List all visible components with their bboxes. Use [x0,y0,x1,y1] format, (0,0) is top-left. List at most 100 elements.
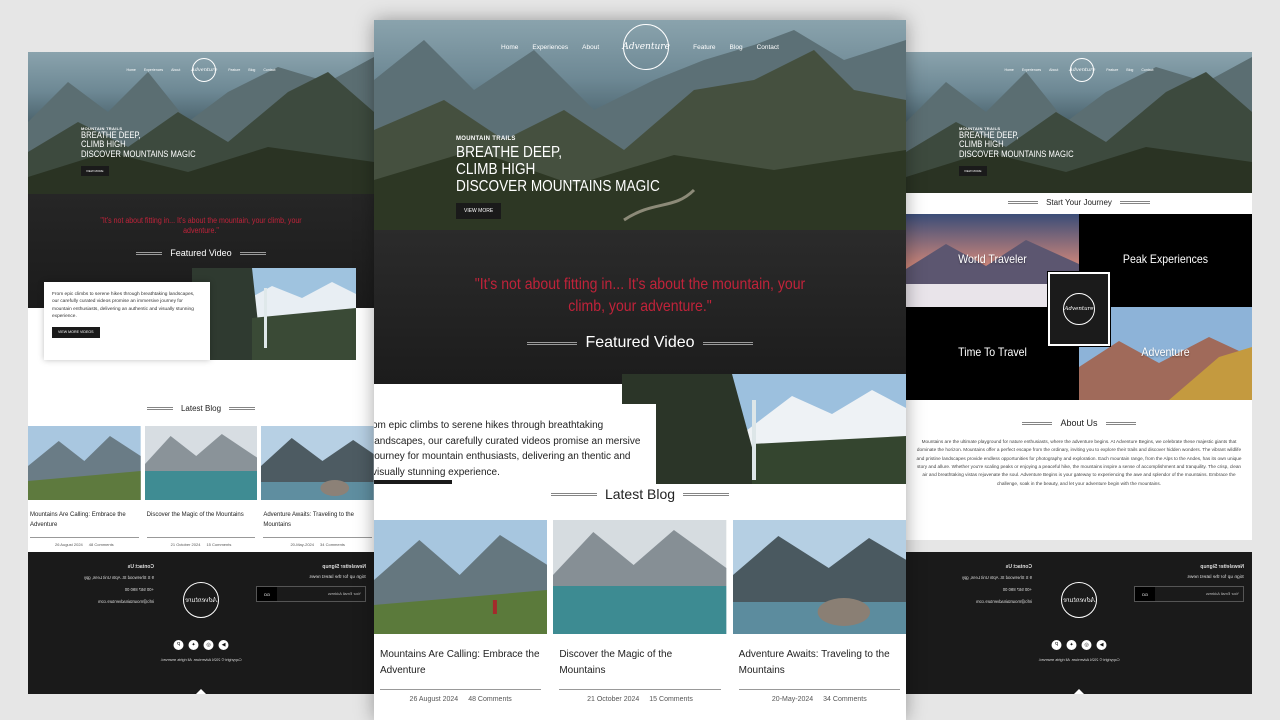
contact-title: Contact Us [127,564,154,570]
contact-section: Contact Us 9 S Sherwood St. Aptn Unit Le… [64,564,154,611]
blog-card[interactable]: Mountains Are Calling: Embrace the Adven… [28,426,141,551]
blog-title[interactable]: Discover the Magic of the Mountains [553,639,726,689]
blog-date: 21 October 2024 [587,696,640,703]
newsletter-text: Sign up for the latest news [1187,575,1244,580]
contact-email[interactable]: info@mountainadventure.com [942,599,1032,604]
quote-text: "It's not about fitting in... It's about… [474,276,806,315]
nav-experiences[interactable]: Experiences [532,44,568,51]
go-button[interactable]: GO [257,587,277,601]
instagram-icon[interactable]: ◎ [1081,640,1092,650]
go-button[interactable]: GO [1135,587,1155,601]
blog-comments: 34 Comments [823,696,867,703]
blog-date: 20-May-2024 [771,696,814,703]
contact-phone: +00 567 890 00 [1002,587,1032,592]
footer-content: Newsletter Signup Sign up for the latest… [28,552,374,694]
pinterest-icon[interactable]: P [173,640,184,650]
nav-about[interactable]: About [582,44,599,51]
contact-email[interactable]: info@mountainadventure.com [64,599,154,604]
blog-title[interactable]: Discover the Magic of the Mountains [145,505,258,537]
blog-image [28,426,141,500]
hero-text: MOUNTAIN TRAILS BREATHE DEEP, CLIMB HIGH… [456,136,696,220]
right-preview-panel: Home Experiences About Adventure Feature… [906,52,1252,694]
nav-feature[interactable]: Feature [693,44,715,51]
nav-experiences[interactable]: Experiences [1022,68,1041,72]
site-footer: Newsletter Signup Sign up for the latest… [28,552,374,694]
blog-card[interactable]: Discover the Magic of the Mountains 21 O… [553,520,727,709]
title-rule-left [550,492,597,496]
title-rule-right [229,407,256,410]
view-more-button[interactable]: VIEW MORE [81,166,109,177]
newsletter-section: Newsletter Signup Sign up for the latest… [1134,564,1244,602]
nav-feature[interactable]: Feature [1106,68,1118,72]
nav-blog[interactable]: Blog [248,68,255,72]
blog-image [732,520,906,634]
featured-video-card: om epic climbs to serene hikes through b… [374,404,656,484]
footer-logo[interactable]: Adventure [1061,582,1097,618]
nav-home[interactable]: Home [1005,68,1014,72]
featured-video-heading: Featured Video [374,334,906,352]
nav-blog[interactable]: Blog [1126,68,1133,72]
view-more-videos-button[interactable] [374,480,452,484]
blog-comments: 15 Comments [206,542,232,547]
nav-contact[interactable]: Contact [1141,68,1153,72]
copyright-text: Copyright © 2024 Adventure. All rights r… [160,658,242,662]
blog-date: 26 August 2024 [54,542,83,547]
blog-title[interactable]: Adventure Awaits: Traveling to the Mount… [261,505,374,537]
blog-card[interactable]: Mountains Are Calling: Embrace the Adven… [374,520,548,709]
blog-meta: 26 August 2024 48 Comments [380,689,542,709]
contact-phone: +00 567 890 00 [124,587,154,592]
pinterest-icon[interactable]: P [1051,640,1062,650]
email-input[interactable]: Your Email Address [1155,587,1243,601]
nav-feature[interactable]: Feature [228,68,240,72]
waterfall-image [192,268,356,360]
nav-about[interactable]: About [1049,68,1058,72]
blog-title[interactable]: Adventure Awaits: Traveling to the Mount… [733,639,906,689]
nav-experiences[interactable]: Experiences [144,68,163,72]
back-to-top-icon[interactable] [1074,689,1084,694]
title-rule-left [146,407,173,410]
view-more-videos-button[interactable]: VIEW MORE VIDEOS [52,326,100,339]
blog-comments: 34 Comments [320,542,345,547]
blog-title[interactable]: Mountains Are Calling: Embrace the Adven… [28,505,141,537]
about-heading: About Us [906,418,1252,428]
blog-image [144,426,258,500]
hero-section: Home Experiences About Adventure Feature… [906,52,1252,193]
copyright-text: Copyright © 2024 Adventure. All rights r… [1038,658,1120,662]
featured-video-thumbnail[interactable] [192,268,356,360]
quote-section: "It's not about fitting in... It's about… [374,230,906,384]
blog-meta: 21 October 2024 15 Comments [559,689,721,709]
instagram-icon[interactable]: ◎ [203,640,214,650]
blog-date: 26 August 2024 [409,696,459,703]
youtube-icon[interactable]: ▶ [1096,640,1107,650]
featured-video-heading: Featured Video [28,248,374,258]
title-rule-right [1105,421,1136,425]
blog-card[interactable]: Discover the Magic of the Mountains 21 O… [144,426,258,551]
start-journey-title: Start Your Journey [1046,198,1112,207]
nav-home[interactable]: Home [127,68,136,72]
site-footer: Newsletter Signup Sign up for the latest… [906,552,1252,694]
nav-contact[interactable]: Contact [263,68,275,72]
brand-logo[interactable]: Adventure [622,24,670,70]
youtube-icon[interactable]: ▶ [218,640,229,650]
blog-card[interactable]: Adventure Awaits: Traveling to the Mount… [261,426,374,551]
blog-card[interactable]: Adventure Awaits: Traveling to the Mount… [732,520,906,709]
nav-home[interactable]: Home [501,44,518,51]
view-more-button[interactable]: VIEW MORE [959,166,987,177]
email-input[interactable]: Your Email Address [277,587,365,601]
blog-title[interactable]: Mountains Are Calling: Embrace the Adven… [374,639,547,689]
footer-logo[interactable]: Adventure [183,582,219,618]
nav-contact[interactable]: Contact [757,44,779,51]
nav-about[interactable]: About [171,68,180,72]
brand-logo[interactable]: Adventure [1069,58,1096,82]
contact-address: 9 S Sherwood St. Aptn Unit Lens, gpy [961,575,1032,580]
brand-logo[interactable]: Adventure [191,58,218,82]
featured-video-thumbnail[interactable] [622,374,906,484]
twitter-icon[interactable]: ✦ [188,640,199,650]
view-more-button[interactable]: VIEW MORE [456,203,502,220]
social-links: ▶ ◎ ✦ P [173,640,229,650]
twitter-icon[interactable]: ✦ [1066,640,1077,650]
footer-content: Newsletter Signup Sign up for the latest… [906,552,1252,694]
nav-blog[interactable]: Blog [730,44,743,51]
blog-comments: 48 Comments [88,542,114,547]
back-to-top-icon[interactable] [196,689,206,694]
